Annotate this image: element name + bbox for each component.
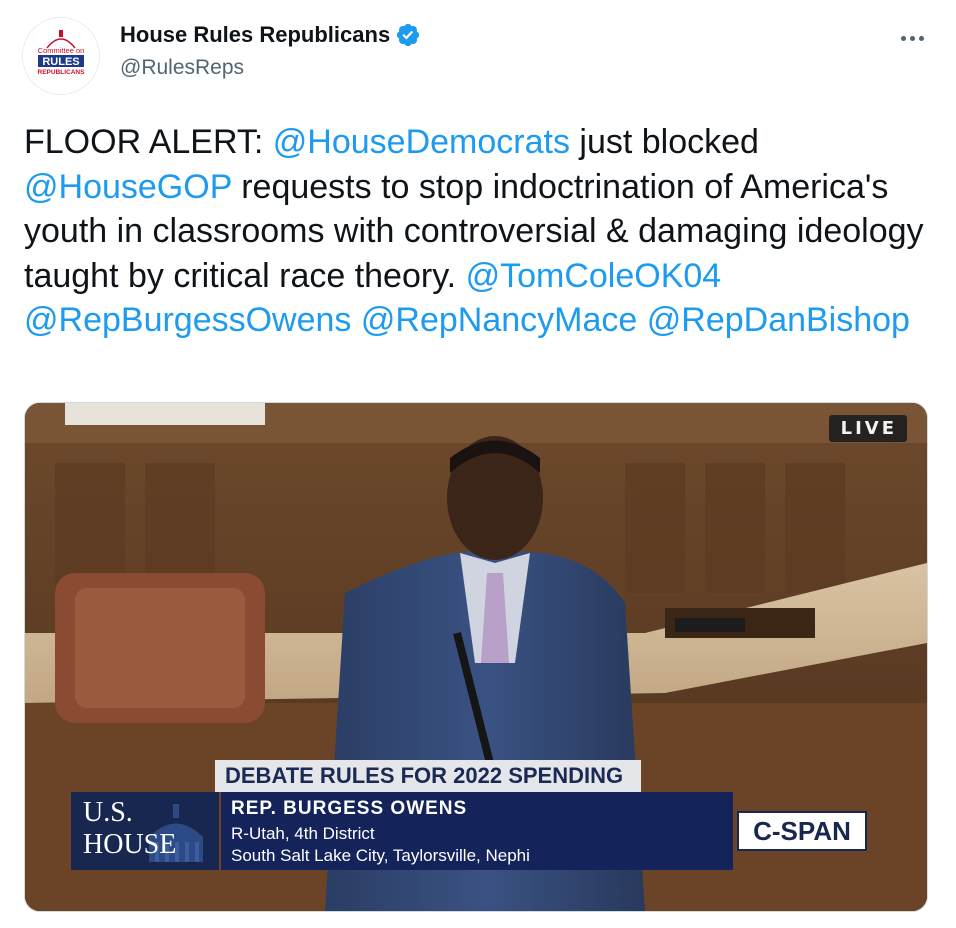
more-options-icon[interactable] bbox=[896, 26, 930, 50]
video-player[interactable]: LIVE DEBATE RULES FOR 2022 SPENDING BILL… bbox=[24, 402, 928, 912]
svg-text:RULES: RULES bbox=[42, 56, 79, 68]
live-badge: LIVE bbox=[828, 415, 907, 442]
speaker-lower-third: REP. BURGESS OWENS R-Utah, 4th District … bbox=[221, 792, 733, 870]
handle[interactable]: @RulesReps bbox=[120, 56, 244, 80]
mention-link[interactable]: @HouseGOP bbox=[24, 168, 232, 206]
lower-third-title: DEBATE RULES FOR 2022 SPENDING BILL bbox=[215, 760, 641, 820]
us-house-logo-line1: U.S. bbox=[83, 797, 133, 828]
mention-link[interactable]: @RepDanBishop bbox=[647, 301, 910, 339]
speaker-district: R-Utah, 4th District bbox=[231, 824, 375, 843]
mention-link[interactable]: @RepBurgessOwens bbox=[24, 301, 351, 339]
svg-text:Committee on: Committee on bbox=[38, 46, 85, 55]
avatar[interactable]: Committee on RULES REPUBLICANS bbox=[22, 17, 100, 95]
tweet-text-segment: just blocked bbox=[569, 123, 759, 161]
display-name[interactable]: House Rules Republicans bbox=[120, 22, 390, 48]
tweet-text-segment: FLOOR ALERT: bbox=[24, 123, 273, 161]
tweet-text: FLOOR ALERT: @HouseDemocrats just blocke… bbox=[24, 120, 924, 343]
us-house-logo-line2: HOUSE bbox=[83, 829, 177, 860]
verified-badge-icon bbox=[397, 23, 420, 47]
rules-committee-logo: Committee on RULES REPUBLICANS bbox=[23, 18, 99, 94]
svg-text:REPUBLICANS: REPUBLICANS bbox=[38, 69, 86, 76]
mention-link[interactable]: @RepNancyMace bbox=[361, 301, 637, 339]
mention-link[interactable]: @HouseDemocrats bbox=[273, 123, 570, 161]
us-house-logo: U.S. HOUSE bbox=[71, 792, 219, 870]
author-name-row: House Rules Republicans bbox=[120, 22, 421, 48]
speaker-name: REP. BURGESS OWENS bbox=[231, 798, 468, 819]
speaker-towns: South Salt Lake City, Taylorsville, Neph… bbox=[231, 846, 530, 865]
mention-link[interactable]: @TomColeOK04 bbox=[466, 257, 722, 295]
cspan-logo: C-SPAN bbox=[737, 811, 867, 851]
